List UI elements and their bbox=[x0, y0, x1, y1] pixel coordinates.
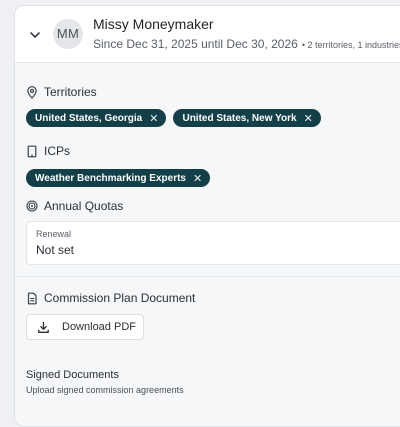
building-icon bbox=[27, 145, 37, 157]
icps-title: ICPs bbox=[44, 144, 71, 158]
quota-value: Not set bbox=[36, 243, 75, 257]
quota-renewal: Renewal Not set bbox=[26, 221, 400, 265]
plan-counts: • 2 territories, 1 industries bbox=[301, 40, 400, 50]
chevron-down-icon[interactable] bbox=[28, 28, 42, 42]
chip-label: United States, New York bbox=[182, 112, 297, 124]
section-divider bbox=[15, 276, 400, 277]
download-icon bbox=[38, 321, 49, 333]
quotas-title: Annual Quotas bbox=[44, 199, 124, 213]
commission-plan-title: Commission Plan Document bbox=[44, 291, 196, 305]
rep-name: Missy Moneymaker bbox=[93, 16, 214, 32]
icp-chips: Weather Benchmarking Experts ✕ bbox=[26, 169, 211, 187]
territories-title: Territories bbox=[44, 85, 97, 99]
quotas-heading: Annual Quotas bbox=[26, 198, 123, 214]
signed-documents-title: Signed Documents bbox=[26, 369, 119, 381]
plan-period-dates: Since Dec 31, 2025 until Dec 30, 2026 bbox=[93, 37, 298, 51]
commission-plan-heading: Commission Plan Document bbox=[26, 290, 195, 306]
plan-period: Since Dec 31, 2025 until Dec 30, 2026 • 2… bbox=[93, 37, 400, 51]
signed-documents-subtitle: Upload signed commission agreements bbox=[26, 385, 184, 395]
avatar: MM bbox=[53, 19, 83, 49]
icp-chip: Weather Benchmarking Experts ✕ bbox=[26, 169, 211, 187]
chip-label: Weather Benchmarking Experts bbox=[35, 172, 186, 184]
territory-chips: United States, Georgia ✕ United States, … bbox=[26, 109, 321, 127]
download-pdf-label: Download PDF bbox=[62, 321, 136, 333]
chip-label: United States, Georgia bbox=[35, 112, 143, 124]
remove-chip-icon[interactable]: ✕ bbox=[193, 172, 202, 185]
document-icon bbox=[27, 292, 37, 304]
remove-chip-icon[interactable]: ✕ bbox=[149, 112, 158, 125]
territories-heading: Territories bbox=[26, 84, 97, 100]
location-pin-icon bbox=[27, 85, 37, 99]
rep-plan-card: MM Missy Moneymaker Since Dec 31, 2025 u… bbox=[14, 5, 400, 427]
quota-label: Renewal bbox=[36, 229, 72, 239]
card-header[interactable]: MM Missy Moneymaker Since Dec 31, 2025 u… bbox=[15, 6, 400, 63]
remove-chip-icon[interactable]: ✕ bbox=[304, 112, 313, 125]
target-icon bbox=[26, 200, 38, 212]
territory-chip: United States, New York ✕ bbox=[173, 109, 321, 127]
territory-chip: United States, Georgia ✕ bbox=[26, 109, 167, 127]
icps-heading: ICPs bbox=[26, 143, 70, 159]
download-pdf-button[interactable]: Download PDF bbox=[26, 314, 144, 340]
card-body: Territories United States, Georgia ✕ Uni… bbox=[15, 63, 400, 426]
